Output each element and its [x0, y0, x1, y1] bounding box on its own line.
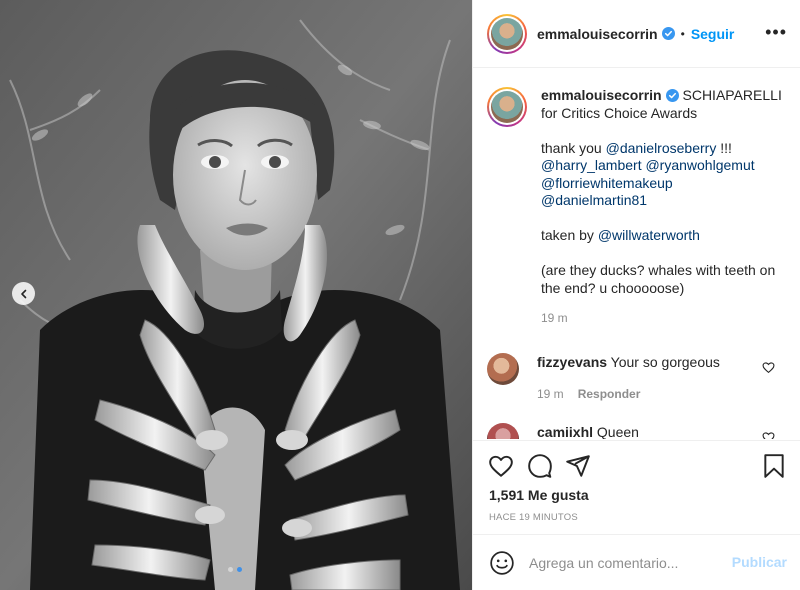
mention-link[interactable]: @florriewhitemakeup	[541, 175, 673, 191]
comment-text: Your so gorgeous	[607, 354, 720, 370]
caption-avatar[interactable]	[487, 87, 527, 127]
heart-icon[interactable]	[488, 453, 514, 479]
likes-count[interactable]: 1,591 Me gusta	[489, 487, 589, 503]
comment-item: camiixhl Queen	[487, 423, 787, 439]
carousel-indicator	[228, 567, 242, 572]
header-username[interactable]: emmalouisecorrin	[537, 26, 658, 42]
emoji-icon[interactable]	[489, 550, 515, 576]
portrait-photo	[0, 0, 472, 590]
comment-username[interactable]: camiixhl	[537, 424, 593, 439]
comment-time: 19 m	[537, 387, 564, 401]
comment-username[interactable]: fizzyevans	[537, 354, 607, 370]
bookmark-icon[interactable]	[761, 453, 787, 479]
post-actions: 1,591 Me gusta HACE 19 MINUTOS	[473, 440, 800, 534]
caption-taken-prefix: taken by	[541, 227, 598, 243]
comment-item: fizzyevans Your so gorgeous 19 m Responde…	[487, 353, 787, 403]
chevron-left-icon	[20, 289, 26, 298]
mention-link[interactable]: @danielroseberry	[606, 140, 717, 156]
avatar[interactable]	[487, 353, 519, 385]
caption-username[interactable]: emmalouisecorrin	[541, 87, 662, 103]
carousel-dot-1	[228, 567, 233, 572]
mention-link[interactable]: @harry_lambert	[541, 157, 642, 173]
reply-button[interactable]: Responder	[578, 387, 641, 401]
instagram-post: emmalouisecorrin • Seguir ••• emmalouise…	[0, 0, 800, 590]
share-icon[interactable]	[565, 453, 591, 479]
post-timestamp[interactable]: HACE 19 MINUTOS	[489, 512, 578, 523]
verified-badge-icon	[665, 89, 679, 102]
comment-text: Queen	[593, 424, 639, 439]
caption-question: (are they ducks? whales with teeth on th…	[541, 262, 776, 296]
comment-input[interactable]	[529, 554, 719, 571]
heart-icon[interactable]	[762, 361, 775, 374]
mention-link[interactable]: @danielmartin81	[541, 192, 647, 208]
follow-button[interactable]: Seguir	[691, 26, 735, 42]
caption-thanks-prefix: thank you	[541, 139, 606, 156]
publish-button[interactable]: Publicar	[732, 554, 787, 570]
post-side-panel: emmalouisecorrin • Seguir ••• emmalouise…	[472, 0, 800, 590]
caption-time: 19 m	[541, 310, 568, 325]
comment-icon[interactable]	[527, 453, 553, 479]
carousel-dot-2	[237, 567, 242, 572]
post-header: emmalouisecorrin • Seguir •••	[473, 0, 800, 68]
header-separator: •	[680, 26, 685, 41]
caption-thanks-suffix: !!!	[716, 139, 732, 156]
carousel-prev-button[interactable]	[12, 282, 35, 305]
mention-link[interactable]: @willwaterworth	[598, 227, 700, 243]
comments-section[interactable]: emmalouisecorrin SCHIAPARELLI for Critic…	[473, 69, 800, 439]
mention-link[interactable]: @ryanwohlgemut	[645, 157, 754, 173]
heart-icon[interactable]	[762, 431, 775, 439]
post-caption: emmalouisecorrin SCHIAPARELLI for Critic…	[487, 87, 787, 327]
more-icon[interactable]: •••	[765, 23, 787, 41]
post-photo[interactable]	[0, 0, 472, 590]
add-comment-bar: Publicar	[473, 534, 800, 590]
avatar[interactable]	[487, 13, 527, 54]
verified-badge-icon	[661, 27, 675, 40]
avatar[interactable]	[487, 423, 519, 439]
